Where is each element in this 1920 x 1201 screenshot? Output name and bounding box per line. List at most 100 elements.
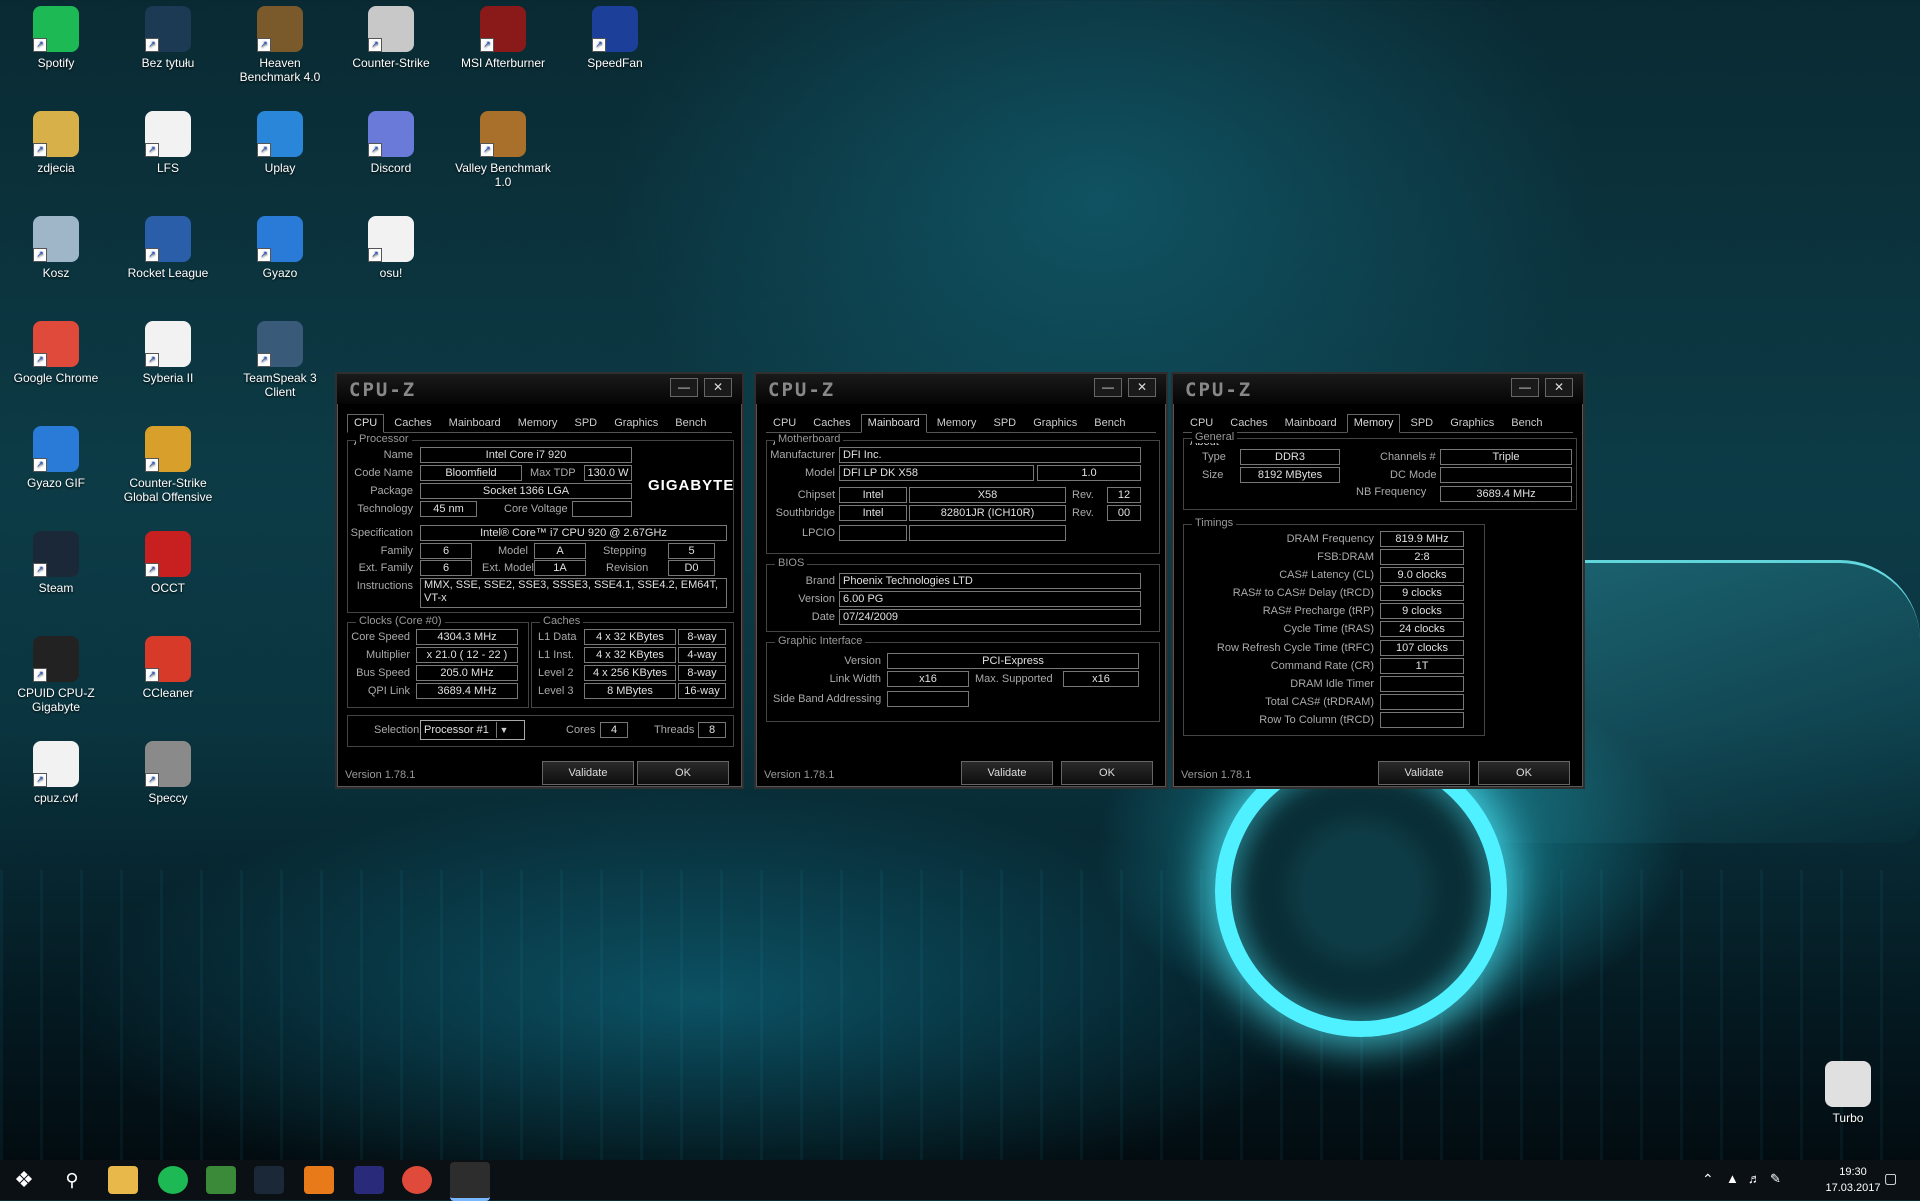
tab-spd[interactable]: SPD xyxy=(568,414,605,433)
minimize-button[interactable]: — xyxy=(1511,378,1539,397)
dram-frequency-value: 819.9 MHz xyxy=(1380,531,1464,547)
tab-graphics[interactable]: Graphics xyxy=(1026,414,1084,433)
desktop-icon[interactable]: ↗ MSI Afterburner xyxy=(453,6,553,70)
chevron-down-icon[interactable]: ▼ xyxy=(496,722,511,738)
clock-time[interactable]: 19:30 xyxy=(1818,1166,1888,1178)
tab-caches[interactable]: Caches xyxy=(806,414,857,433)
label: Date xyxy=(811,611,835,623)
minimize-button[interactable]: — xyxy=(670,378,698,397)
tab-graphics[interactable]: Graphics xyxy=(607,414,665,433)
desktop-icon[interactable]: ↗ cpuz.cvf xyxy=(6,741,106,805)
close-button[interactable]: ✕ xyxy=(1545,378,1573,397)
group-title: BIOS xyxy=(775,557,808,569)
desktop-icon[interactable]: ↗ SpeedFan xyxy=(565,6,665,70)
shortcut-arrow-icon: ↗ xyxy=(33,563,47,577)
desktop-icon[interactable]: Turbo xyxy=(1798,1061,1898,1125)
desktop-icon[interactable]: ↗ TeamSpeak 3 Client xyxy=(230,321,330,399)
cpuz-taskbar-icon[interactable] xyxy=(450,1162,490,1201)
tab-spd[interactable]: SPD xyxy=(1404,414,1441,433)
desktop-icon[interactable]: ↗ OCCT xyxy=(118,531,218,595)
windows-start-icon[interactable]: ❖ xyxy=(9,1166,39,1194)
desktop-icon[interactable]: ↗ Heaven Benchmark 4.0 xyxy=(230,6,330,84)
tab-memory[interactable]: Memory xyxy=(930,414,984,433)
minimize-button[interactable]: — xyxy=(1094,378,1122,397)
volume-icon[interactable]: ♬ xyxy=(1748,1171,1761,1186)
gpu-tool-icon[interactable] xyxy=(206,1166,236,1194)
network-icon[interactable]: ▲ xyxy=(1726,1171,1739,1186)
spotify-icon[interactable] xyxy=(158,1166,188,1194)
pen-icon[interactable]: ✎ xyxy=(1770,1171,1781,1187)
desktop-icon[interactable]: ↗ Uplay xyxy=(230,111,330,175)
validate-button[interactable]: Validate xyxy=(542,761,634,785)
desktop-icon[interactable]: ↗ Speccy xyxy=(118,741,218,805)
tab-bench[interactable]: Bench xyxy=(1504,414,1549,433)
search-icon[interactable]: ⚲ xyxy=(57,1166,87,1194)
steam-icon[interactable] xyxy=(254,1166,284,1194)
tab-memory[interactable]: Memory xyxy=(511,414,565,433)
tab-mainboard[interactable]: Mainboard xyxy=(442,414,508,433)
processor-group: Processor Name Intel Core i7 920 Code Na… xyxy=(347,433,734,613)
desktop-icon[interactable]: ↗ Gyazo xyxy=(230,216,330,280)
tab-bench[interactable]: Bench xyxy=(1087,414,1132,433)
desktop-icon[interactable]: ↗ Google Chrome xyxy=(6,321,106,385)
label: Manufacturer xyxy=(770,449,835,461)
l1-inst-way: 4-way xyxy=(678,647,726,663)
photoshop-icon[interactable] xyxy=(354,1166,384,1194)
desktop-icon[interactable]: ↗ zdjecia xyxy=(6,111,106,175)
desktop-icon[interactable]: ↗ Kosz xyxy=(6,216,106,280)
close-button[interactable]: ✕ xyxy=(1128,378,1156,397)
specification-value: Intel® Core™ i7 CPU 920 @ 2.67GHz xyxy=(420,525,727,541)
desktop-icon[interactable]: ↗ Steam xyxy=(6,531,106,595)
desktop-icon[interactable]: ↗ Counter-Strike xyxy=(341,6,441,70)
label: RAS# Precharge (tRP) xyxy=(1262,605,1374,617)
desktop-icon[interactable]: ↗ Syberia II xyxy=(118,321,218,385)
desktop-icon[interactable]: ↗ Counter-Strike Global Offensive xyxy=(118,426,218,504)
tab-caches[interactable]: Caches xyxy=(387,414,438,433)
clock-date[interactable]: 17.03.2017 xyxy=(1818,1182,1888,1194)
desktop-icon[interactable]: ↗ Bez tytułu xyxy=(118,6,218,70)
validate-button[interactable]: Validate xyxy=(961,761,1053,785)
file-explorer-icon[interactable] xyxy=(108,1166,138,1194)
desktop-icon[interactable]: ↗ LFS xyxy=(118,111,218,175)
desktop-icon-label: Bez tytułu xyxy=(141,56,195,70)
titlebar[interactable]: CPU-Z — ✕ xyxy=(337,374,742,404)
revision-value: D0 xyxy=(668,560,715,576)
label: Selection xyxy=(374,724,420,736)
ok-button[interactable]: OK xyxy=(1478,761,1570,785)
label: Command Rate (CR) xyxy=(1270,660,1374,672)
validate-button[interactable]: Validate xyxy=(1378,761,1470,785)
desktop-icon[interactable]: ↗ osu! xyxy=(341,216,441,280)
notification-icon[interactable]: ▢ xyxy=(1884,1170,1897,1187)
desktop-icon-label: Syberia II xyxy=(142,371,194,385)
close-button[interactable]: ✕ xyxy=(704,378,732,397)
ok-button[interactable]: OK xyxy=(637,761,729,785)
chrome-icon[interactable] xyxy=(402,1166,432,1194)
tab-graphics[interactable]: Graphics xyxy=(1443,414,1501,433)
desktop-icon[interactable]: ↗ Valley Benchmark 1.0 xyxy=(453,111,553,189)
tab-mainboard[interactable]: Mainboard xyxy=(860,414,927,433)
ok-button[interactable]: OK xyxy=(1061,761,1153,785)
instructions-value: MMX, SSE, SSE2, SSE3, SSSE3, SSE4.1, SSE… xyxy=(420,578,727,608)
app-icon xyxy=(1825,1061,1871,1107)
corespeed-value: 4304.3 MHz xyxy=(416,629,518,645)
desktop-icon[interactable]: ↗ CCleaner xyxy=(118,636,218,700)
tab-cpu[interactable]: CPU xyxy=(766,414,803,433)
desktop-icon[interactable]: ↗ Gyazo GIF xyxy=(6,426,106,490)
southbridge-rev: 00 xyxy=(1107,505,1141,521)
titlebar[interactable]: CPU-Z — ✕ xyxy=(756,374,1166,404)
chevron-up-icon[interactable]: ⌃ xyxy=(1702,1171,1714,1188)
app-icon[interactable] xyxy=(304,1166,334,1194)
tab-cpu[interactable]: CPU xyxy=(347,414,385,433)
cpuz-logo: CPU-Z xyxy=(768,379,836,401)
desktop-icon[interactable]: ↗ Rocket League xyxy=(118,216,218,280)
tab-bench[interactable]: Bench xyxy=(668,414,713,433)
tab-memory[interactable]: Memory xyxy=(1346,414,1401,433)
desktop-icon[interactable]: ↗ CPUID CPU-Z Gigabyte xyxy=(6,636,106,714)
desktop-icon[interactable]: ↗ Spotify xyxy=(6,6,106,70)
tab-spd[interactable]: SPD xyxy=(987,414,1024,433)
shortcut-arrow-icon: ↗ xyxy=(145,248,159,262)
tab-mainboard[interactable]: Mainboard xyxy=(1278,414,1344,433)
titlebar[interactable]: CPU-Z — ✕ xyxy=(1173,374,1583,404)
desktop-icon[interactable]: ↗ Discord xyxy=(341,111,441,175)
shortcut-arrow-icon: ↗ xyxy=(480,38,494,52)
